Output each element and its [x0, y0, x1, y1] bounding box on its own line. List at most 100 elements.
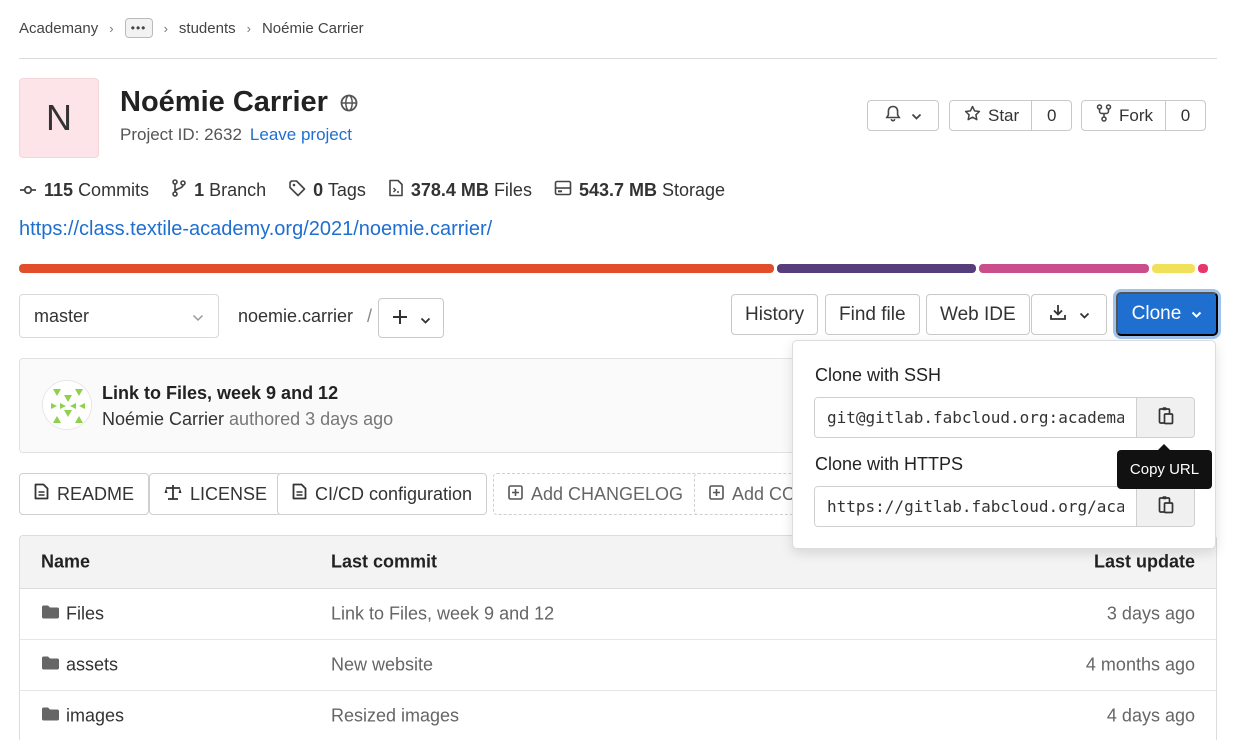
star-icon: [964, 105, 981, 127]
language-segment[interactable]: [19, 264, 775, 273]
clone-https-field: [814, 486, 1195, 527]
fork-count[interactable]: 0: [1166, 100, 1206, 131]
row-commit-message[interactable]: Resized images: [331, 706, 459, 727]
storage-icon: [554, 180, 572, 201]
fork-button[interactable]: Fork: [1081, 100, 1166, 131]
plus-square-icon: [709, 484, 724, 505]
add-contributing-button[interactable]: Add CONTRIBUTING: [694, 473, 804, 515]
chevron-right-icon: ›: [246, 20, 251, 36]
cicd-config-button[interactable]: CI/CD configuration: [277, 473, 488, 515]
repo-path-root[interactable]: noemie.carrier: [238, 306, 353, 327]
project-website-link[interactable]: https://class.textile-academy.org/2021/n…: [19, 218, 492, 241]
readme-button[interactable]: README: [19, 473, 150, 515]
file-tree-table: Name Last commit Last update Files Link …: [19, 535, 1217, 740]
chevron-down-icon: [1191, 303, 1202, 325]
breadcrumb-academany[interactable]: Academany: [19, 20, 98, 37]
web-ide-button[interactable]: Web IDE: [926, 294, 1030, 335]
star-group: Star 0: [949, 100, 1073, 131]
chevron-down-icon: [1079, 304, 1090, 326]
table-row[interactable]: images Resized images 4 days ago: [20, 691, 1216, 740]
history-button[interactable]: History: [731, 294, 819, 335]
add-changelog-button[interactable]: Add CHANGELOG: [493, 473, 699, 515]
language-segment[interactable]: [1152, 264, 1196, 273]
scale-icon: [164, 484, 182, 505]
project-id: Project ID: 2632: [120, 125, 242, 144]
tag-icon: [288, 179, 306, 202]
folder-icon: [41, 655, 60, 676]
license-button[interactable]: LICENSE: [149, 473, 283, 515]
plus-square-icon: [508, 484, 523, 505]
language-segment[interactable]: [777, 264, 976, 273]
project-avatar: N: [19, 78, 99, 158]
clone-ssh-input[interactable]: [815, 398, 1136, 437]
commit-meta: Noémie Carrier authored 3 days ago: [102, 409, 393, 430]
row-commit-message[interactable]: Link to Files, week 9 and 12: [331, 604, 554, 625]
clone-ssh-label: Clone with SSH: [815, 365, 942, 385]
chevron-down-icon: [420, 304, 431, 332]
repository-languages-bar: [19, 264, 1217, 273]
clipboard-icon: [1158, 406, 1174, 430]
chevron-down-icon: [911, 106, 922, 126]
document-icon: [292, 483, 307, 505]
copy-ssh-button[interactable]: [1136, 398, 1194, 437]
repo-path: noemie.carrier /: [238, 306, 372, 327]
language-segment[interactable]: [1198, 264, 1208, 273]
leave-project-link[interactable]: Leave project: [250, 125, 352, 144]
stat-storage[interactable]: 543.7 MB Storage: [554, 180, 725, 201]
add-to-tree-button[interactable]: [378, 298, 444, 338]
project-meta: Project ID: 2632 Leave project: [120, 125, 352, 145]
author-avatar[interactable]: [42, 380, 92, 430]
path-separator: /: [367, 306, 373, 326]
commit-title[interactable]: Link to Files, week 9 and 12: [102, 383, 338, 404]
clone-https-input[interactable]: [815, 487, 1136, 526]
star-button[interactable]: Star: [949, 100, 1033, 131]
star-label: Star: [988, 105, 1020, 125]
project-stats: 115 Commits 1 Branch 0 Tags 378.4 MB Fil…: [19, 178, 747, 202]
breadcrumb-project[interactable]: Noémie Carrier: [262, 20, 364, 37]
notification-button[interactable]: [867, 100, 939, 131]
folder-link[interactable]: Files: [41, 604, 104, 625]
star-count[interactable]: 0: [1032, 100, 1073, 131]
row-updated: 4 days ago: [1106, 705, 1195, 726]
table-row[interactable]: assets New website 4 months ago: [20, 640, 1216, 691]
bell-icon: [884, 105, 901, 127]
clone-ssh-field: [814, 397, 1195, 438]
language-segment[interactable]: [978, 264, 1150, 273]
column-last-commit: Last commit: [331, 551, 438, 572]
stat-files[interactable]: 378.4 MB Files: [388, 179, 532, 202]
globe-icon: [340, 94, 358, 112]
folder-link[interactable]: images: [41, 706, 124, 727]
folder-icon: [41, 706, 60, 727]
clone-dropdown: Clone with SSH Clone with HTTPS: [792, 340, 1216, 549]
chevron-right-icon: ›: [163, 20, 168, 36]
branch-name: master: [34, 305, 90, 326]
clone-label: Clone: [1131, 303, 1182, 324]
commit-author[interactable]: Noémie Carrier: [102, 409, 224, 429]
download-button[interactable]: [1031, 294, 1107, 335]
document-icon: [34, 483, 49, 505]
breadcrumb-more-button[interactable]: •••: [124, 18, 153, 38]
branch-selector[interactable]: master: [19, 294, 219, 338]
commit-icon: [19, 180, 37, 201]
plus-icon: [392, 304, 408, 332]
find-file-button[interactable]: Find file: [825, 294, 920, 335]
fork-icon: [1096, 104, 1112, 127]
row-updated: 3 days ago: [1106, 603, 1195, 624]
row-updated: 4 months ago: [1085, 654, 1195, 675]
folder-link[interactable]: assets: [41, 655, 118, 676]
copy-https-button[interactable]: [1136, 487, 1194, 526]
breadcrumb-students[interactable]: students: [179, 20, 236, 37]
stat-tags[interactable]: 0 Tags: [288, 179, 366, 202]
column-last-update: Last update: [1093, 551, 1195, 572]
row-commit-message[interactable]: New website: [331, 655, 433, 676]
fork-group: Fork 0: [1081, 100, 1206, 131]
branch-icon: [171, 178, 187, 202]
breadcrumb: Academany › ••• › students › Noémie Carr…: [19, 14, 364, 42]
stat-commits[interactable]: 115 Commits: [19, 180, 149, 201]
chevron-right-icon: ›: [109, 20, 114, 36]
commit-time: authored 3 days ago: [229, 409, 394, 429]
table-row[interactable]: Files Link to Files, week 9 and 12 3 day…: [20, 589, 1216, 640]
clone-button[interactable]: Clone: [1116, 292, 1218, 336]
project-name: Noémie Carrier: [120, 86, 328, 118]
stat-branches[interactable]: 1 Branch: [171, 178, 266, 202]
